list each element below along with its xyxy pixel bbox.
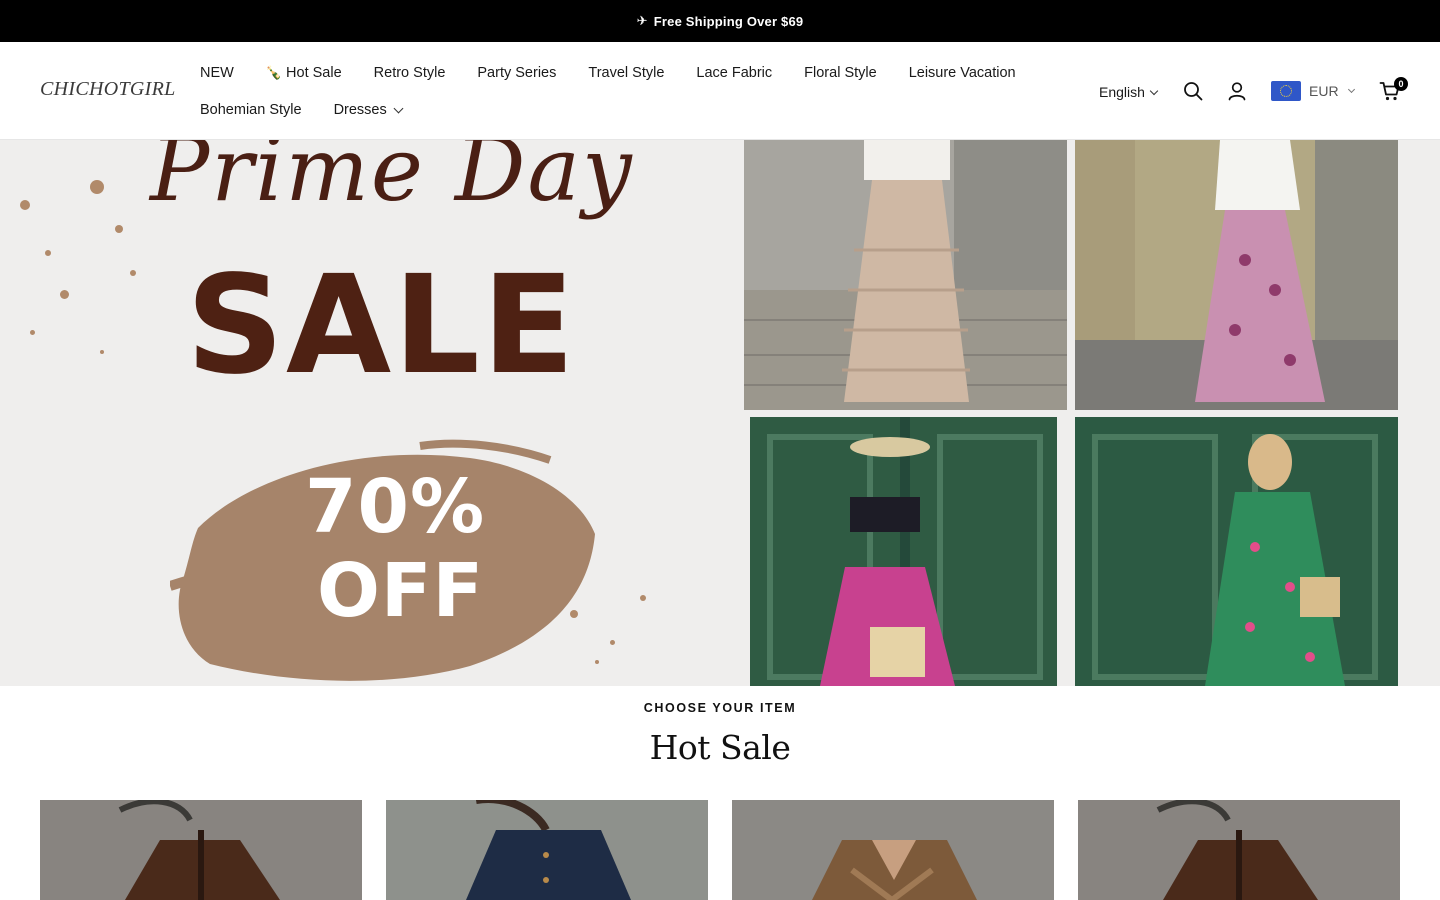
section-title: Hot Sale [649,728,791,767]
product-card[interactable] [386,800,708,900]
section-eyebrow: CHOOSE YOUR ITEM [643,701,797,715]
hero-photo-floral-skirt [1075,140,1398,410]
nav-item-party-series[interactable]: Party Series [477,65,556,81]
chevron-down-icon [393,103,404,114]
product-image [1078,800,1400,900]
nav-item-dresses[interactable]: Dresses [333,102,404,118]
hero-headline: SALE [186,247,577,405]
nav-item-bohemian-style[interactable]: Bohemian Style [200,102,302,118]
hero-photo-tiered-skirt [744,140,1067,410]
nav-item-travel-style[interactable]: Travel Style [588,65,664,81]
product-image [40,800,362,900]
language-selector-wrap: English [1099,80,1159,104]
site-header: CHICHOTGIRL NEW 🍾 Hot Sale Retro Style P… [0,42,1440,140]
announcement-text: Free Shipping Over $69 [653,13,804,29]
search-icon[interactable] [1182,80,1204,102]
nav-item-leisure-vacation[interactable]: Leisure Vacation [909,65,1016,81]
product-image [386,800,708,900]
hero-promo: Prime Day SALE 70% OFF [0,140,740,686]
hero-discount-off: OFF [317,548,485,634]
nav-item-lace-fabric[interactable]: Lace Fabric [696,65,772,81]
chevron-down-icon [1347,85,1355,94]
hero-script-title: Prime Day [150,140,634,221]
airplane-icon: ✈ [636,13,648,28]
currency-code: EUR [1309,83,1339,99]
hero-photo-green-dress [1075,417,1398,686]
language-selector[interactable]: English [1099,84,1159,100]
chevron-down-icon [1149,86,1159,95]
nav-item-label: Hot Sale [286,65,342,81]
eu-flag-icon [1271,81,1301,101]
product-card[interactable] [40,800,362,900]
main-nav: NEW 🍾 Hot Sale Retro Style Party Series … [200,62,1016,136]
language-label: English [1099,84,1145,100]
currency-selector[interactable]: EUR [1271,80,1355,102]
cart-count-badge: 0 [1394,77,1408,91]
account-icon[interactable] [1226,80,1248,102]
product-card[interactable] [732,800,1054,900]
logo[interactable]: CHICHOTGIRL [40,78,176,101]
nav-item-label: Dresses [333,102,387,118]
hero-banner[interactable]: Prime Day SALE 70% OFF [0,140,1440,686]
product-card[interactable] [1078,800,1400,900]
nav-item-new[interactable]: NEW [200,65,234,81]
announcement-bar: ✈ Free Shipping Over $69 [0,0,1440,42]
nav-item-hot-sale[interactable]: 🍾 Hot Sale [266,65,342,81]
nav-item-retro-style[interactable]: Retro Style [374,65,446,81]
bottle-icon: 🍾 [265,65,283,80]
hero-discount-percent: 70% [305,464,486,550]
nav-item-floral-style[interactable]: Floral Style [804,65,877,81]
product-image [732,800,1054,900]
hero-photo-pink-skirt [750,417,1057,686]
